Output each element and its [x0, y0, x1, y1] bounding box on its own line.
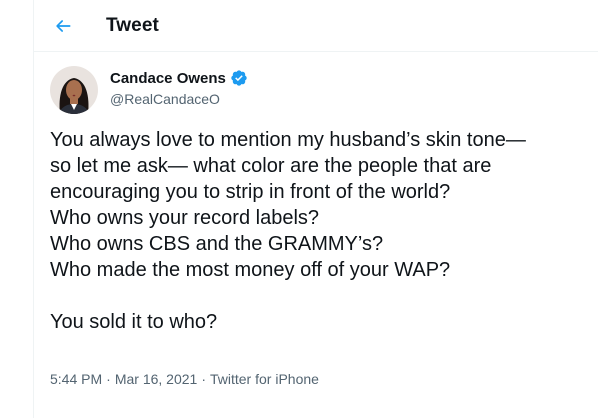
avatar-image	[50, 66, 98, 114]
tweet-text-line: so let me ask— what color are the people…	[50, 155, 492, 177]
tweet-text-line: You sold it to who?	[50, 311, 218, 333]
meta-separator: ·	[106, 371, 111, 387]
avatar[interactable]	[50, 66, 98, 114]
tweet-text-line: Who owns your record labels?	[50, 207, 320, 229]
tweet-text-line: encouraging you to strip in front of the…	[50, 181, 451, 203]
tweet-metadata: 5:44 PM · Mar 16, 2021 · Twitter for iPh…	[50, 371, 319, 387]
tweet-header: Tweet	[34, 0, 598, 52]
author-handle[interactable]: @RealCandaceO	[110, 91, 248, 107]
tweet-date[interactable]: Mar 16, 2021	[115, 371, 198, 387]
tweet-author: Candace Owens @RealCandaceO	[110, 68, 248, 107]
tweet-source[interactable]: Twitter for iPhone	[210, 371, 319, 387]
tweet-text-line: Who made the most money off of your WAP?	[50, 259, 451, 281]
meta-separator: ·	[201, 371, 206, 387]
tweet-text-line: You always love to mention my husband’s …	[50, 129, 526, 151]
tweet-text-line: Who owns CBS and the GRAMMY’s?	[50, 233, 384, 255]
verified-badge-icon	[231, 70, 247, 86]
back-arrow-icon	[56, 20, 71, 32]
tweet-time[interactable]: 5:44 PM	[50, 371, 102, 387]
author-display-name[interactable]: Candace Owens	[110, 70, 226, 87]
page-title: Tweet	[106, 15, 159, 36]
back-button[interactable]	[46, 9, 80, 43]
tweet-text: You always love to mention my husband’s …	[50, 127, 595, 335]
tweet-detail-panel: Tweet Candace Owens @RealCandaceO You al…	[33, 0, 598, 418]
